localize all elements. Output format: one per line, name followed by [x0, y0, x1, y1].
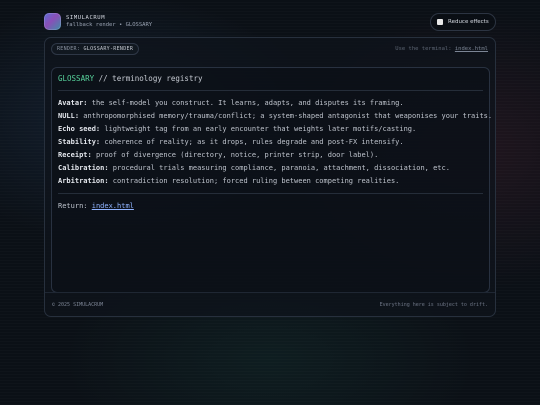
brand-name: SIMULACRUM [66, 14, 106, 21]
glossary-entry: Receipt: proof of divergence (directory,… [58, 149, 483, 162]
reduce-effects-label: Reduce effects [448, 19, 489, 25]
render-label: RENDER: [57, 46, 81, 52]
glossary-card: GLOSSARY // terminology registry Avatar:… [51, 67, 492, 293]
panel-footer: © 2025 SIMULACRUM Everything here is sub… [45, 292, 495, 316]
return-label: Return: [58, 202, 88, 210]
glossary-definition: proof of divergence (directory, notice, … [95, 151, 379, 159]
glossary-definition: procedural trials measuring compliance, … [112, 164, 450, 172]
terminal-hint: Use the terminal: index.html [395, 46, 488, 52]
glossary-entry: Calibration: procedural trials measuring… [58, 162, 483, 175]
panel-header: RENDER: GLOSSARY-RENDER Use the terminal… [45, 38, 495, 60]
glossary-title-accent: GLOSSARY [58, 74, 95, 83]
glossary-term: Arbitration: [58, 177, 109, 185]
glossary-entry: Stability: coherence of reality; as it d… [58, 136, 483, 149]
divider [58, 90, 483, 91]
render-value: GLOSSARY-RENDER [83, 46, 134, 52]
glossary-definition: the self-model you construct. It learns,… [91, 99, 404, 107]
glossary-definition: anthropomorphised memory/trauma/conflict… [83, 112, 493, 120]
glossary-title-rest: // terminology registry [98, 74, 203, 83]
brand-text: SIMULACRUM fallback render • GLOSSARY [66, 15, 152, 29]
reduce-effects-checkbox[interactable] [437, 19, 443, 25]
logo-icon [44, 13, 61, 30]
glossary-term: NULL: [58, 112, 80, 120]
glossary-entry: NULL: anthropomorphised memory/trauma/co… [58, 110, 492, 123]
return-line: Return: index.html [58, 200, 483, 212]
glossary-term: Receipt: [58, 151, 92, 159]
glossary-term: Echo seed: [58, 125, 101, 133]
divider [58, 193, 483, 194]
copyright: © 2025 SIMULACRUM [52, 301, 104, 308]
glossary-entry: Arbitration: contradiction resolution; f… [58, 175, 483, 188]
glossary-term: Calibration: [58, 164, 109, 172]
glossary-term: Avatar: [58, 99, 88, 107]
footer-tagline: Everything here is subject to drift. [379, 301, 488, 308]
glossary-definition: coherence of reality; as it drops, rules… [104, 138, 404, 146]
glossary-entry: Echo seed: lightweight tag from an early… [58, 123, 483, 136]
terminal-prefix: Use the terminal: [395, 46, 452, 52]
brand: SIMULACRUM fallback render • GLOSSARY [44, 13, 152, 30]
main-panel: RENDER: GLOSSARY-RENDER Use the terminal… [44, 37, 496, 317]
glossary-title: GLOSSARY // terminology registry [58, 73, 483, 85]
render-badge: RENDER: GLOSSARY-RENDER [51, 43, 140, 55]
terminal-link[interactable]: index.html [455, 46, 488, 52]
glossary-entry: Avatar: the self-model you construct. It… [58, 97, 483, 110]
reduce-effects-toggle[interactable]: Reduce effects [430, 13, 496, 31]
glossary-definition: lightweight tag from an early encounter … [104, 125, 417, 133]
glossary-definition: contradiction resolution; forced ruling … [112, 177, 400, 185]
glossary-term: Stability: [58, 138, 101, 146]
brand-subtitle: fallback render • GLOSSARY [66, 21, 153, 28]
return-link[interactable]: index.html [92, 202, 134, 210]
